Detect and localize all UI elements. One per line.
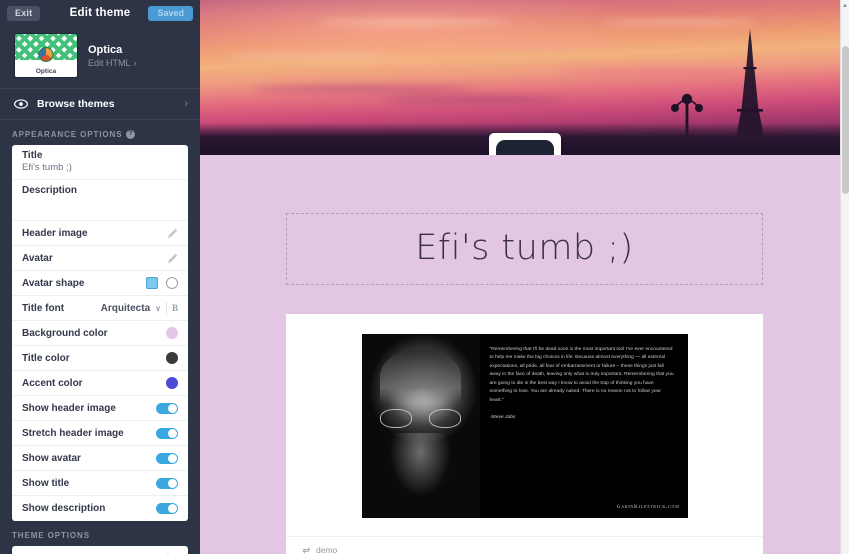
title-font-controls[interactable]: Arquitecta ∨ B (101, 301, 178, 315)
theme-thumbnail-logo-icon (38, 47, 54, 62)
option-label: Background color (22, 327, 108, 339)
option-accent-color[interactable]: Accent color (12, 371, 188, 396)
current-theme-row[interactable]: Optica Optica Edit HTML › (0, 26, 200, 88)
appearance-options-card: Title Efi's tumb ;) Description Header i… (12, 145, 188, 521)
option-title-color[interactable]: Title color (12, 346, 188, 371)
edit-html-link[interactable]: Edit HTML › (88, 58, 137, 68)
option-label: Stretch header image (22, 427, 124, 439)
avatar[interactable]: t. (488, 133, 561, 155)
toggle-knob (168, 453, 177, 463)
option-label: Title color (22, 352, 70, 364)
theme-editor-sidebar: Exit Edit theme Saved Optica Optica Edit… (0, 0, 200, 554)
glasses-icon (378, 409, 463, 428)
save-button[interactable]: Saved (148, 5, 193, 21)
option-title-font[interactable]: Title font Arquitecta ∨ B (12, 296, 188, 321)
blog-title-container[interactable]: Efi's tumb ;) (286, 213, 763, 285)
scroll-up-arrow-icon[interactable]: ▲ (841, 3, 849, 9)
blog-title[interactable]: Efi's tumb ;) (287, 228, 762, 268)
background-color-swatch[interactable] (166, 327, 178, 339)
theme-options-heading: THEME OPTIONS (0, 521, 200, 546)
option-show-title[interactable]: Show title (12, 471, 188, 496)
browse-themes-label: Browse themes (37, 98, 115, 110)
chevron-down-icon[interactable]: ∨ (155, 304, 161, 313)
portrait-hair (380, 348, 461, 404)
option-label: Accent color (22, 377, 83, 389)
avatar-shape-square-option[interactable] (146, 277, 158, 289)
post-source-label[interactable]: demo (316, 545, 337, 554)
edit-html-label: Edit HTML (88, 57, 131, 68)
option-label: Avatar (22, 252, 53, 264)
title-color-swatch[interactable] (166, 352, 178, 364)
post-footer[interactable]: demo (286, 536, 763, 554)
option-label: Show title (22, 477, 70, 489)
theme-meta: Optica Edit HTML › (88, 44, 137, 68)
avatar-shape-picker[interactable] (146, 277, 178, 289)
header-image[interactable]: t. (200, 0, 849, 155)
option-label: Avatar shape (22, 277, 85, 289)
option-label: Header image (22, 227, 88, 239)
show-header-image-toggle[interactable] (156, 402, 178, 414)
theme-editor-app: Exit Edit theme Saved Optica Optica Edit… (0, 0, 849, 554)
portrait-beard (389, 433, 452, 496)
sidebar-header: Exit Edit theme Saved (0, 0, 200, 26)
theme-thumbnail[interactable]: Optica (14, 33, 78, 78)
post-card: "Remembering that I'll be dead soon is t… (286, 314, 763, 554)
title-field-label: Title (22, 150, 43, 161)
eye-icon (14, 99, 28, 109)
browse-themes-row[interactable]: Browse themes › (0, 88, 200, 120)
option-layout[interactable]: Layout Regular (12, 546, 188, 554)
pencil-icon[interactable] (167, 253, 178, 264)
toggle-knob (168, 478, 177, 488)
option-label: Title font (22, 302, 65, 314)
option-show-avatar[interactable]: Show avatar (12, 446, 188, 471)
toggle-knob (168, 428, 177, 438)
option-avatar-shape[interactable]: Avatar shape (12, 271, 188, 296)
scrollbar-thumb[interactable] (842, 46, 849, 194)
quote-text-block: "Remembering that I'll be dead soon is t… (480, 334, 688, 518)
option-label: Show avatar (22, 452, 81, 464)
option-stretch-header-image[interactable]: Stretch header image (12, 421, 188, 446)
help-icon[interactable]: ? (126, 130, 136, 139)
quote-text: "Remembering that I'll be dead soon is t… (489, 347, 674, 403)
theme-options-card: Layout Regular (12, 546, 188, 554)
quote-author: -Steve Jobs (489, 415, 516, 421)
blog-preview: t. Efi's tumb ;) "Remembering that I'll … (200, 0, 849, 554)
post-photo[interactable]: "Remembering that I'll be dead soon is t… (361, 334, 688, 518)
theme-name: Optica (88, 43, 123, 56)
toggle-knob (168, 403, 177, 413)
option-show-header-image[interactable]: Show header image (12, 396, 188, 421)
theme-options-label: THEME OPTIONS (12, 531, 90, 540)
chevron-right-icon: › (184, 98, 188, 110)
appearance-options-label: APPEARANCE OPTIONS (12, 130, 123, 139)
option-background-color[interactable]: Background color (12, 321, 188, 346)
option-label: Show description (22, 503, 106, 514)
show-description-toggle[interactable] (156, 503, 178, 514)
show-title-toggle[interactable] (156, 477, 178, 489)
accent-color-swatch[interactable] (166, 377, 178, 389)
avatar-glyph: t. (495, 140, 554, 155)
photo-watermark: GarinKilpatrick.com (616, 504, 680, 511)
toggle-knob (168, 504, 177, 513)
option-label: Show header image (22, 402, 116, 414)
avatar-shape-circle-option[interactable] (166, 277, 178, 289)
appearance-options-heading: APPEARANCE OPTIONS ? (0, 120, 200, 145)
description-field-label: Description (22, 185, 78, 196)
show-avatar-toggle[interactable] (156, 452, 178, 464)
title-input[interactable]: Efi's tumb ;) (12, 162, 188, 180)
stretch-header-image-toggle[interactable] (156, 427, 178, 439)
theme-thumbnail-label: Optica (35, 68, 57, 75)
title-font-select[interactable]: Arquitecta (101, 303, 150, 314)
divider (165, 301, 167, 315)
chevron-right-icon: › (133, 57, 137, 68)
preview-scrollbar[interactable]: ▲ (840, 0, 849, 554)
option-show-description[interactable]: Show description (12, 496, 188, 521)
portrait-image (361, 334, 480, 518)
option-header-image[interactable]: Header image (12, 221, 188, 246)
option-avatar[interactable]: Avatar (12, 246, 188, 271)
exit-button[interactable]: Exit (7, 5, 41, 21)
pencil-icon[interactable] (167, 228, 178, 239)
description-input[interactable] (12, 197, 188, 221)
bold-toggle-button[interactable]: B (172, 303, 178, 313)
reblog-icon[interactable] (302, 547, 311, 554)
